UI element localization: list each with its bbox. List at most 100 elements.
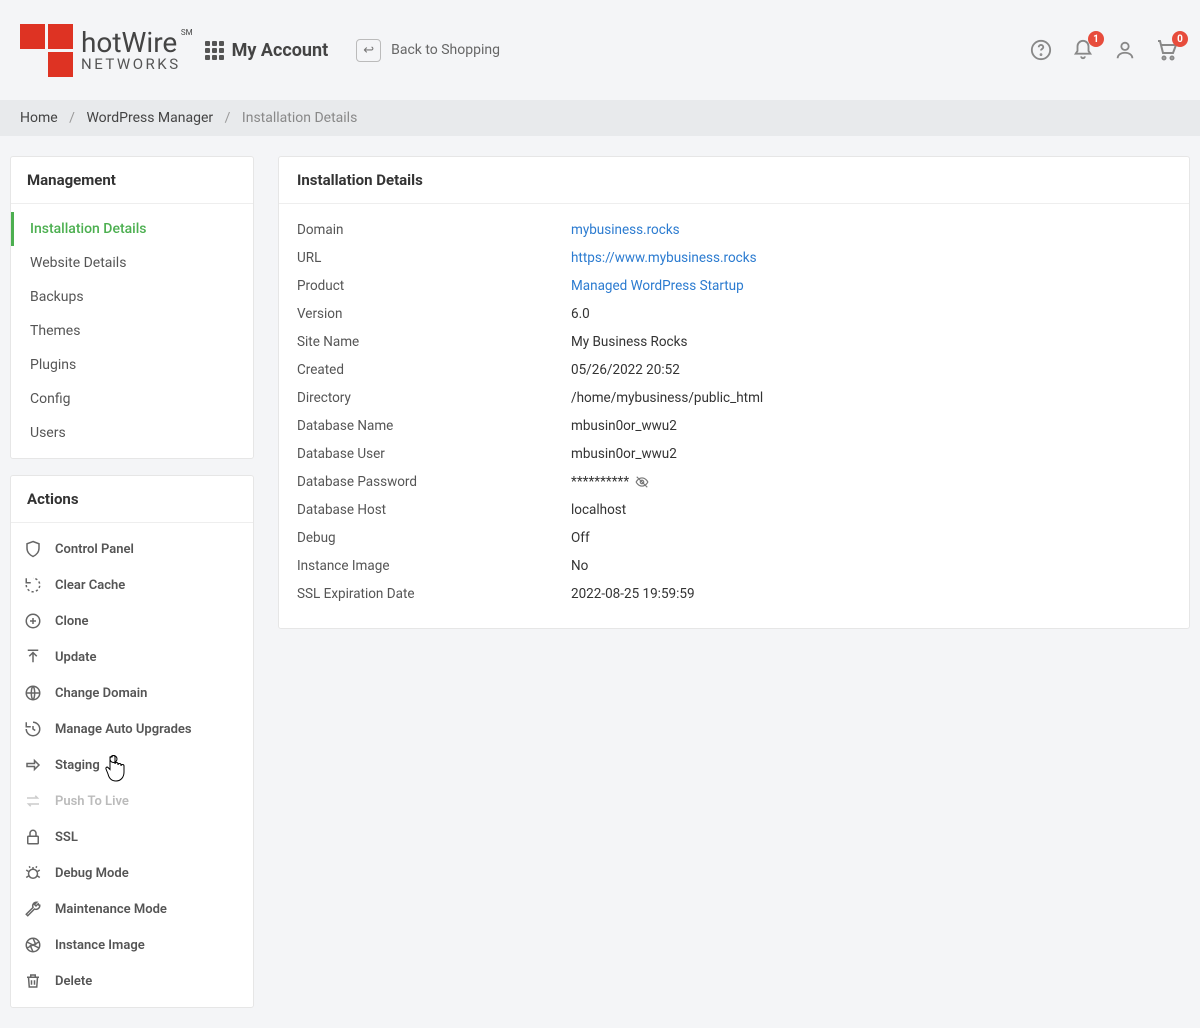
detail-row-instance-image: Instance ImageNo [297, 552, 1171, 580]
detail-value[interactable]: mybusiness.rocks [571, 222, 680, 238]
wrench-icon [23, 899, 43, 919]
action-debug-mode[interactable]: Debug Mode [11, 855, 253, 891]
detail-value: My Business Rocks [571, 334, 687, 350]
detail-label: Domain [297, 222, 571, 238]
cursor-hand-icon [103, 755, 127, 783]
detail-value: No [571, 558, 588, 574]
notifications-button[interactable]: 1 [1070, 37, 1096, 63]
detail-row-database-user: Database Usermbusin0or_wwu2 [297, 440, 1171, 468]
my-account-button[interactable]: My Account [205, 40, 329, 61]
detail-value: mbusin0or_wwu2 [571, 418, 677, 434]
arrow-right-icon [23, 755, 43, 775]
action-label: Control Panel [55, 542, 134, 557]
detail-row-created: Created05/26/2022 20:52 [297, 356, 1171, 384]
user-button[interactable] [1112, 37, 1138, 63]
logo-text-main: hotWire [81, 26, 177, 59]
logo-text-sub: NETWORKS [81, 57, 181, 72]
sidebar-item-backups[interactable]: Backups [11, 280, 253, 314]
actions-list: Control Panel Clear Cache Clone Update Chang… [11, 523, 253, 1007]
cart-badge: 0 [1172, 31, 1188, 47]
breadcrumb-wp-manager[interactable]: WordPress Manager [86, 110, 213, 126]
detail-label: Database Password [297, 474, 571, 490]
detail-label: Directory [297, 390, 571, 406]
detail-row-version: Version6.0 [297, 300, 1171, 328]
swap-icon [23, 791, 43, 811]
action-label: Clear Cache [55, 578, 125, 593]
action-manage-auto-upgrades[interactable]: Manage Auto Upgrades [11, 711, 253, 747]
action-label: SSL [55, 830, 78, 845]
detail-value[interactable]: Managed WordPress Startup [571, 278, 744, 294]
installation-details-card: Installation Details Domainmybusiness.ro… [278, 156, 1190, 629]
detail-row-ssl-expiration-date: SSL Expiration Date2022-08-25 19:59:59 [297, 580, 1171, 608]
action-delete[interactable]: Delete [11, 963, 253, 999]
cart-button[interactable]: 0 [1154, 37, 1180, 63]
sidebar-item-plugins[interactable]: Plugins [11, 348, 253, 382]
sidebar-item-website-details[interactable]: Website Details [11, 246, 253, 280]
action-maintenance-mode[interactable]: Maintenance Mode [11, 891, 253, 927]
detail-label: Database Host [297, 502, 571, 518]
detail-value: ********** [571, 474, 649, 490]
detail-row-domain: Domainmybusiness.rocks [297, 216, 1171, 244]
detail-row-database-name: Database Namembusin0or_wwu2 [297, 412, 1171, 440]
management-list: Installation DetailsWebsite DetailsBacku… [11, 204, 253, 458]
detail-row-database-password: Database Password********** [297, 468, 1171, 496]
detail-label: Database Name [297, 418, 571, 434]
breadcrumb-home[interactable]: Home [20, 110, 58, 126]
detail-value: 05/26/2022 20:52 [571, 362, 680, 378]
detail-label: Version [297, 306, 571, 322]
detail-value: 2022-08-25 19:59:59 [571, 586, 695, 602]
detail-row-product: ProductManaged WordPress Startup [297, 272, 1171, 300]
detail-value: 6.0 [571, 306, 590, 322]
detail-row-site-name: Site NameMy Business Rocks [297, 328, 1171, 356]
action-instance-image[interactable]: Instance Image [11, 927, 253, 963]
logo-sm: SM [181, 29, 193, 37]
actions-title: Actions [11, 476, 253, 523]
my-account-label: My Account [232, 40, 329, 61]
management-title: Management [11, 157, 253, 204]
back-to-shopping-button[interactable]: ↩ Back to Shopping [356, 39, 500, 62]
detail-label: Product [297, 278, 571, 294]
action-label: Update [55, 650, 97, 665]
grid-icon [205, 41, 224, 60]
detail-label: Debug [297, 530, 571, 546]
action-label: Staging [55, 758, 100, 773]
management-card: Management Installation DetailsWebsite D… [10, 156, 254, 459]
user-icon [1114, 39, 1136, 61]
sidebar-item-config[interactable]: Config [11, 382, 253, 416]
eye-off-icon[interactable] [635, 474, 649, 490]
lock-icon [23, 827, 43, 847]
action-ssl[interactable]: SSL [11, 819, 253, 855]
upload-icon [23, 647, 43, 667]
sidebar-item-themes[interactable]: Themes [11, 314, 253, 348]
sidebar: Management Installation DetailsWebsite D… [10, 156, 254, 1008]
action-update[interactable]: Update [11, 639, 253, 675]
action-label: Manage Auto Upgrades [55, 722, 192, 737]
action-label: Push To Live [55, 794, 129, 809]
details-title: Installation Details [279, 157, 1189, 204]
action-label: Clone [55, 614, 89, 629]
action-staging[interactable]: Staging [11, 747, 253, 783]
sidebar-item-installation-details[interactable]: Installation Details [11, 212, 253, 246]
help-button[interactable] [1028, 37, 1054, 63]
detail-value[interactable]: https://www.mybusiness.rocks [571, 250, 757, 266]
detail-label: SSL Expiration Date [297, 586, 571, 602]
sidebar-item-users[interactable]: Users [11, 416, 253, 450]
action-change-domain[interactable]: Change Domain [11, 675, 253, 711]
action-clear-cache[interactable]: Clear Cache [11, 567, 253, 603]
action-label: Change Domain [55, 686, 147, 701]
breadcrumb-current: Installation Details [242, 110, 357, 126]
detail-row-debug: DebugOff [297, 524, 1171, 552]
detail-label: Created [297, 362, 571, 378]
actions-card: Actions Control Panel Clear Cache Clone Upd… [10, 475, 254, 1008]
aperture-icon [23, 935, 43, 955]
detail-value: mbusin0or_wwu2 [571, 446, 677, 462]
action-clone[interactable]: Clone [11, 603, 253, 639]
action-push-to-live: Push To Live [11, 783, 253, 819]
detail-label: Instance Image [297, 558, 571, 574]
brand-logo[interactable]: hotWireSM NETWORKS [20, 24, 181, 77]
action-control-panel[interactable]: Control Panel [11, 531, 253, 567]
notifications-badge: 1 [1088, 31, 1104, 47]
help-icon [1030, 39, 1052, 61]
shield-icon [23, 539, 43, 559]
detail-row-database-host: Database Hostlocalhost [297, 496, 1171, 524]
